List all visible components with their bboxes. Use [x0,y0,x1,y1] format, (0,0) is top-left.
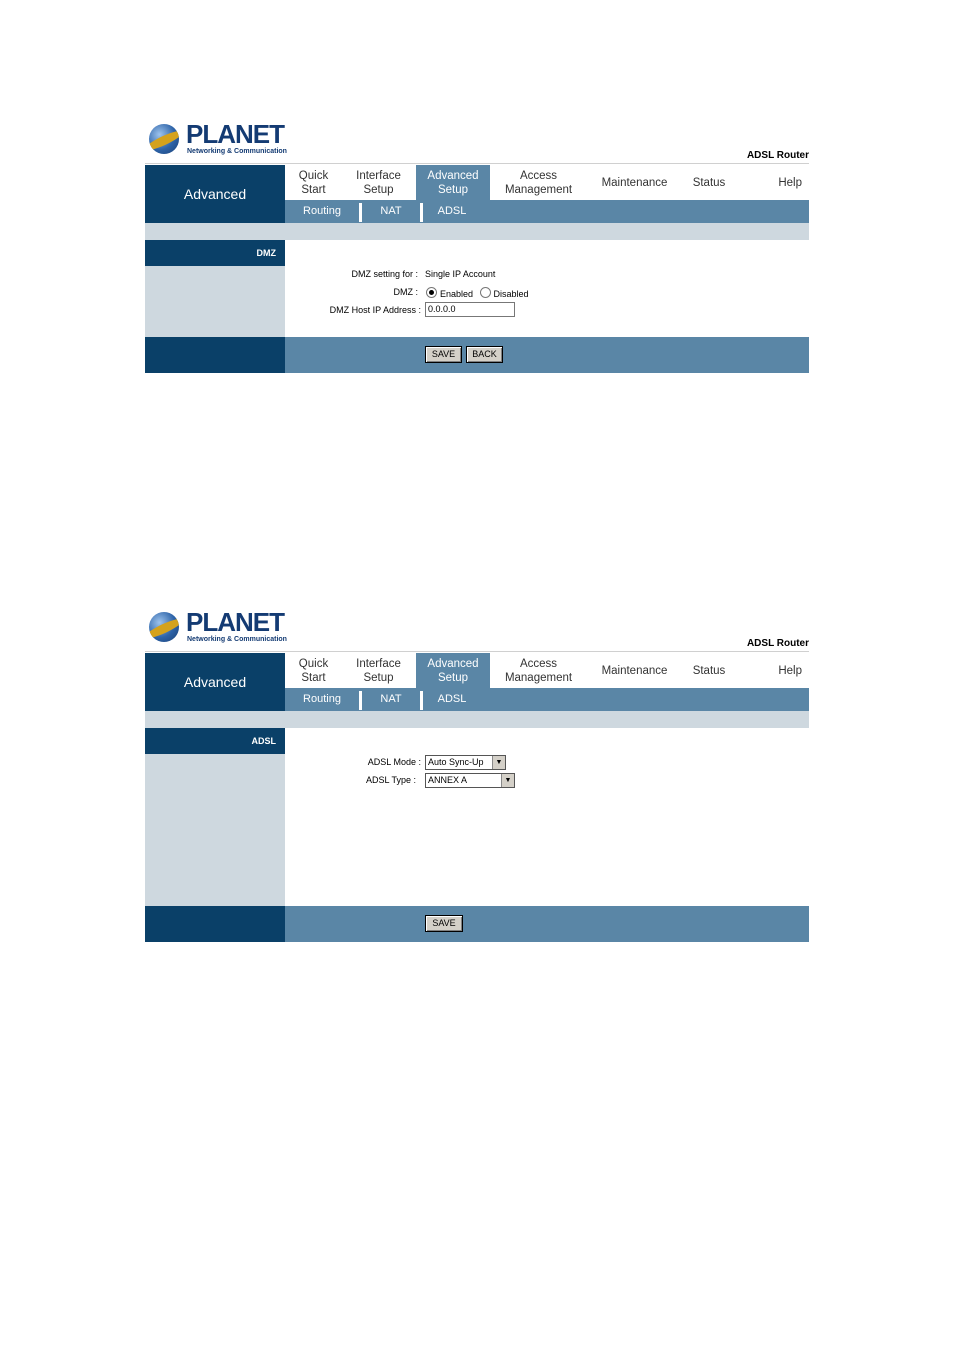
nav-status[interactable]: Status [682,653,736,688]
main-nav: Quick Start Interface Setup Advanced Set… [285,165,809,200]
back-button[interactable]: BACK [466,346,503,363]
header-bar: PLANET Networking & Communication ADSL R… [145,605,809,652]
subnav-adsl[interactable]: ADSL [432,688,472,711]
section-heading: ADSL [145,728,285,754]
footer-left [145,337,285,373]
adsl-mode-value: Auto Sync-Up [428,757,484,767]
brand-name: PLANET [186,119,285,149]
adsl-mode-label: ADSL Mode : [367,757,421,767]
globe-icon [149,124,179,154]
host-ip-label: DMZ Host IP Address : [329,305,421,315]
dmz-setting-value: Single IP Account [425,269,496,279]
dmz-radio-group: Enabled Disabled [422,287,529,299]
chevron-down-icon[interactable]: ▼ [492,756,505,769]
chevron-down-icon[interactable]: ▼ [501,774,514,787]
subnav-nat[interactable]: NAT [371,200,411,223]
subnav-routing[interactable]: Routing [293,200,351,223]
page-title: Advanced [145,165,285,223]
nav-status[interactable]: Status [682,165,736,200]
nav-interface-setup[interactable]: Interface Setup [342,653,415,688]
divider-band [145,711,809,728]
dmz-disabled-label: Disabled [493,289,529,299]
subnav-separator [359,203,362,222]
section-heading: DMZ [145,240,285,266]
nav-maintenance[interactable]: Maintenance [587,165,682,200]
product-name: ADSL Router [746,638,809,649]
nav-help[interactable]: Help [736,165,809,200]
nav-advanced-setup[interactable]: Advanced Setup [416,165,490,200]
sub-nav: Routing NAT ADSL [285,200,809,223]
sub-nav: Routing NAT ADSL [285,688,809,711]
divider-band [145,223,809,240]
save-button[interactable]: SAVE [425,915,463,932]
left-column [145,754,285,906]
host-ip-input[interactable]: 0.0.0.0 [425,302,515,317]
globe-icon [149,612,179,642]
nav-maintenance[interactable]: Maintenance [587,653,682,688]
product-name: ADSL Router [746,150,809,161]
adsl-mode-select[interactable]: Auto Sync-Up ▼ [425,755,506,770]
page-title: Advanced [145,653,285,711]
nav-access-management[interactable]: Access Management [490,653,587,688]
dmz-enabled-radio[interactable] [426,287,437,298]
main-nav: Quick Start Interface Setup Advanced Set… [285,653,809,688]
subnav-routing[interactable]: Routing [293,688,351,711]
adsl-type-value: ANNEX A [428,775,468,785]
nav-quick-start[interactable]: Quick Start [285,653,342,688]
nav-advanced-setup[interactable]: Advanced Setup [416,653,490,688]
footer-left [145,906,285,942]
brand-name: PLANET [186,607,285,637]
planet-logo: PLANET Networking & Communication [149,119,289,161]
dmz-page-panel: PLANET Networking & Communication ADSL R… [145,117,809,373]
subnav-separator [359,691,362,710]
brand-tagline: Networking & Communication [187,148,287,155]
subnav-adsl[interactable]: ADSL [432,200,472,223]
dmz-disabled-radio[interactable] [479,287,491,298]
dmz-enabled-label: Enabled [440,289,474,299]
planet-logo: PLANET Networking & Communication [149,607,289,649]
save-button[interactable]: SAVE [425,346,462,363]
subnav-separator [420,203,423,222]
footer-bar: SAVE [285,906,809,942]
dmz-setting-label: DMZ setting for : [351,269,418,279]
footer-bar: SAVE BACK [285,337,809,373]
nav-help[interactable]: Help [736,653,809,688]
header-bar: PLANET Networking & Communication ADSL R… [145,117,809,164]
nav-quick-start[interactable]: Quick Start [285,165,342,200]
left-column [145,266,285,337]
adsl-type-select[interactable]: ANNEX A ▼ [425,773,515,788]
dmz-label: DMZ : [393,287,419,297]
nav-access-management[interactable]: Access Management [490,165,587,200]
adsl-type-label: ADSL Type : [365,775,416,785]
nav-interface-setup[interactable]: Interface Setup [342,165,415,200]
subnav-separator [420,691,423,710]
subnav-nat[interactable]: NAT [371,688,411,711]
brand-tagline: Networking & Communication [187,636,287,643]
adsl-page-panel: PLANET Networking & Communication ADSL R… [145,605,809,942]
